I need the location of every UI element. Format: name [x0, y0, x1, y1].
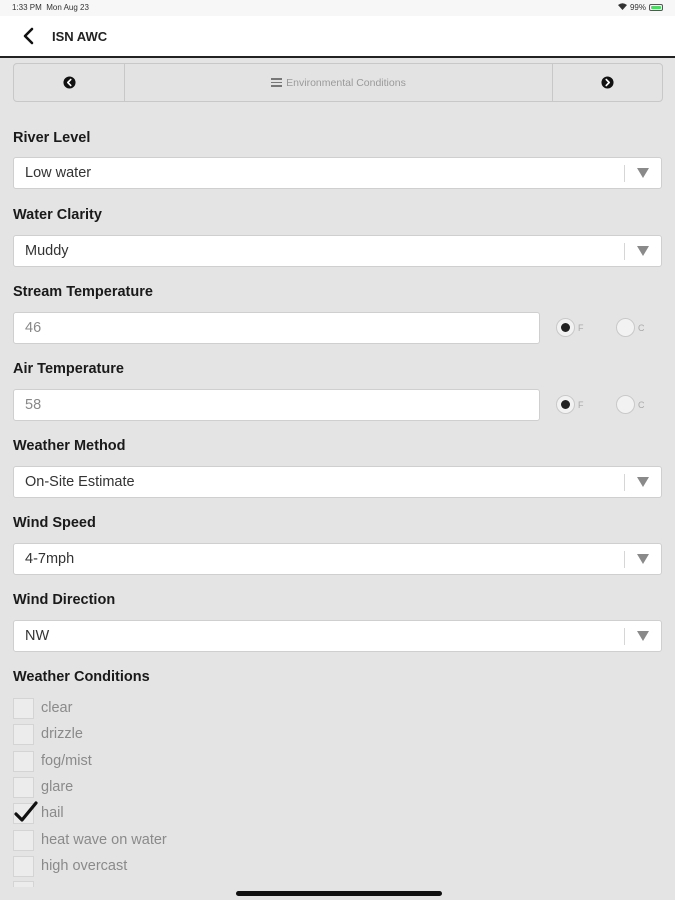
weather-option-drizzle[interactable]: drizzle	[13, 723, 83, 745]
river-level-select[interactable]: Low water	[13, 157, 662, 189]
next-section-button[interactable]	[552, 64, 662, 101]
status-bar: 1:33 PM Mon Aug 23 99%	[0, 0, 675, 16]
air-temp-unit-f[interactable]: F	[556, 395, 584, 414]
weather-option-high-overcast[interactable]: high overcast	[13, 855, 127, 877]
weather-option-heat-wave-on-water[interactable]: heat wave on water	[13, 829, 167, 851]
stream-temp-unit-c[interactable]: C	[616, 318, 645, 337]
circle-chevron-right-icon	[601, 76, 614, 89]
air-temperature-input[interactable]	[13, 389, 540, 421]
wind-direction-label: Wind Direction	[13, 592, 116, 608]
radio-button[interactable]	[616, 395, 635, 414]
checkbox-label: heat wave on water	[41, 832, 167, 848]
radio-button[interactable]	[556, 318, 575, 337]
checkbox[interactable]	[13, 855, 34, 877]
back-button[interactable]	[22, 25, 42, 47]
weather-method-label: Weather Method	[13, 438, 126, 454]
dropdown-arrow-icon	[637, 477, 649, 487]
wind-direction-select[interactable]: NW	[13, 620, 662, 652]
wind-speed-select[interactable]: 4-7mph	[13, 543, 662, 575]
weather-method-value: On-Site Estimate	[25, 474, 135, 490]
home-indicator	[236, 891, 442, 896]
wind-direction-value: NW	[25, 628, 50, 644]
unit-f-label: F	[578, 399, 584, 410]
select-divider	[624, 551, 625, 568]
checkbox[interactable]	[13, 829, 34, 851]
air-temperature-label: Air Temperature	[13, 361, 124, 377]
weather-method-select[interactable]: On-Site Estimate	[13, 466, 662, 498]
water-clarity-select[interactable]: Muddy	[13, 235, 662, 267]
checkmark-icon	[14, 800, 38, 822]
select-divider	[624, 474, 625, 491]
water-clarity-label: Water Clarity	[13, 207, 102, 223]
unit-f-label: F	[578, 322, 584, 333]
section-navigator: Environmental Conditions	[13, 63, 663, 102]
dropdown-arrow-icon	[637, 554, 649, 564]
checkbox-label: glare	[41, 779, 74, 795]
weather-option-fog-mist[interactable]: fog/mist	[13, 750, 92, 772]
status-indicators: 99%	[617, 3, 663, 12]
checkbox-label: hail	[41, 805, 64, 821]
checkbox[interactable]	[13, 723, 34, 745]
wifi-icon	[617, 3, 627, 12]
air-temp-unit-c[interactable]: C	[616, 395, 645, 414]
stream-temperature-input[interactable]	[13, 312, 540, 344]
select-divider	[624, 628, 625, 645]
wind-speed-label: Wind Speed	[13, 515, 96, 531]
checkbox[interactable]	[13, 750, 34, 772]
dropdown-arrow-icon	[637, 631, 649, 641]
checkbox-label: high overcast	[41, 858, 128, 874]
checkbox-label: drizzle	[41, 726, 83, 742]
wind-speed-value: 4-7mph	[25, 551, 75, 567]
checkbox[interactable]	[13, 776, 34, 798]
river-level-label: River Level	[13, 130, 91, 146]
navigation-bar: ISN AWC	[0, 16, 675, 58]
chevron-left-icon	[23, 27, 34, 45]
weather-option-clear[interactable]: clear	[13, 697, 72, 719]
weather-option-glare[interactable]: glare	[13, 776, 73, 798]
dropdown-arrow-icon	[637, 168, 649, 178]
checkbox-checked[interactable]	[13, 800, 38, 824]
weather-option-partial[interactable]	[13, 881, 34, 887]
radio-button[interactable]	[556, 395, 575, 414]
status-date: Mon Aug 23	[46, 3, 89, 12]
unit-c-label: C	[638, 322, 645, 333]
status-time: 1:33 PM	[12, 3, 42, 12]
circle-chevron-left-icon	[62, 76, 76, 89]
water-clarity-value: Muddy	[25, 243, 69, 259]
stream-temperature-label: Stream Temperature	[13, 284, 153, 300]
previous-section-button[interactable]	[14, 64, 125, 101]
section-menu-button[interactable]: Environmental Conditions	[124, 64, 553, 101]
page-title: ISN AWC	[52, 29, 108, 44]
battery-icon	[649, 4, 663, 11]
checkbox-label: fog/mist	[41, 753, 92, 769]
dropdown-arrow-icon	[637, 246, 649, 256]
stream-temp-unit-f[interactable]: F	[556, 318, 584, 337]
unit-c-label: C	[638, 399, 645, 410]
section-title: Environmental Conditions	[286, 76, 406, 89]
checkbox[interactable]	[13, 697, 34, 719]
status-time-date: 1:33 PM Mon Aug 23	[12, 3, 89, 12]
weather-option-hail[interactable]: hail	[13, 800, 64, 824]
checkbox[interactable]	[13, 881, 34, 887]
select-divider	[624, 165, 625, 182]
checkbox-label: clear	[41, 700, 73, 716]
select-divider	[624, 243, 625, 260]
radio-button[interactable]	[616, 318, 635, 337]
river-level-value: Low water	[25, 165, 92, 181]
weather-conditions-label: Weather Conditions	[13, 669, 150, 685]
menu-icon	[271, 78, 283, 87]
battery-percent: 99%	[629, 3, 646, 12]
